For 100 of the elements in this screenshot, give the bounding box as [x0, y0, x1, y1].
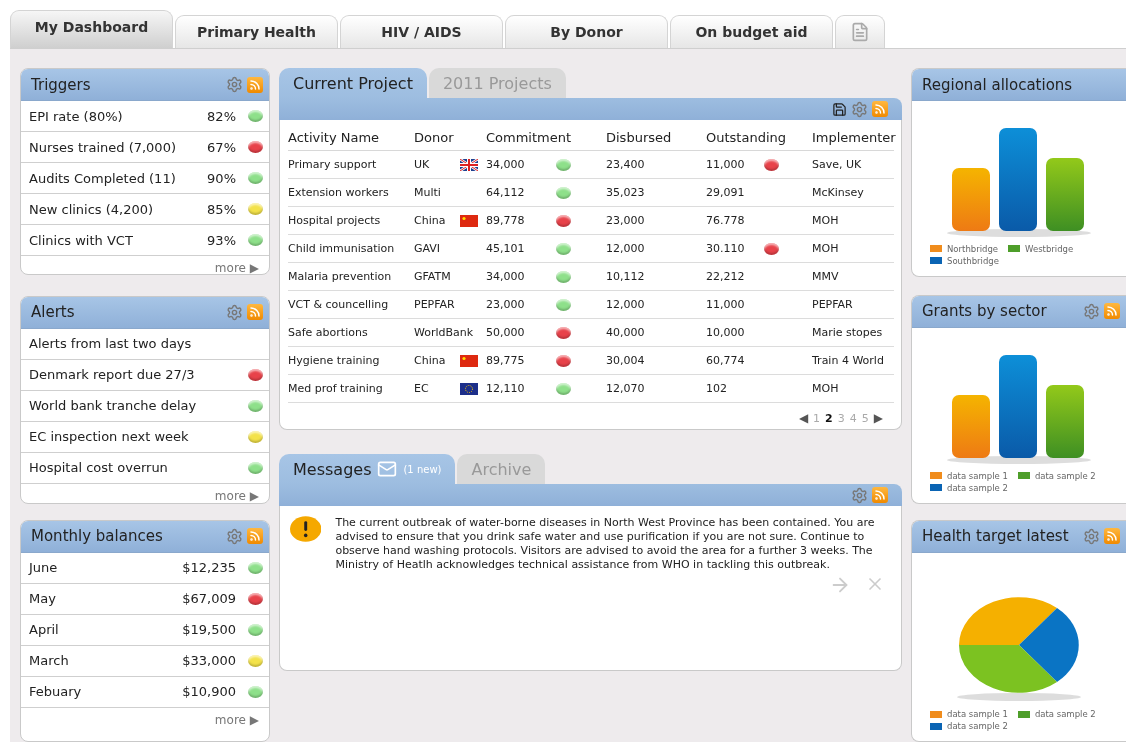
widget-title: Health target latest — [922, 527, 1070, 546]
table-cell: Marie stopes — [812, 318, 894, 347]
list-row[interactable]: Clinics with VCT 93% — [21, 225, 269, 256]
list-row[interactable]: New clinics (4,200) 85% — [21, 194, 269, 225]
rss-icon[interactable] — [1104, 303, 1120, 320]
list-row[interactable]: Alerts from last two days — [21, 328, 269, 360]
settings-icon[interactable] — [226, 527, 243, 545]
more-link[interactable]: more ▶ — [214, 712, 259, 728]
table-cell-text: 10,000 — [706, 326, 746, 339]
table-cell: MOH — [812, 374, 894, 403]
rss-icon[interactable] — [872, 487, 888, 503]
list-row[interactable]: EC inspection next week — [21, 421, 269, 453]
nav-tab[interactable]: Primary Health — [175, 15, 338, 48]
notes-tab[interactable] — [835, 15, 885, 48]
list-row[interactable]: April $19,500 — [21, 614, 269, 646]
legend-label: data sample 2 — [947, 721, 1008, 731]
table-cell: Hospital projects — [288, 206, 414, 235]
settings-icon[interactable] — [1083, 527, 1100, 545]
new-count: (1 new) — [403, 463, 442, 475]
table-cell: Safe abortions — [288, 318, 414, 347]
row-value: $33,000 — [182, 653, 236, 669]
row-label: EPI rate (80%) — [29, 108, 124, 124]
table-cell: 12,070 — [606, 374, 706, 403]
column-header: Donor — [414, 124, 486, 151]
nav-tab[interactable]: My Dashboard — [10, 10, 173, 48]
table-cell: 12,000 — [606, 234, 706, 263]
rss-icon[interactable] — [247, 304, 263, 321]
settings-icon[interactable] — [226, 76, 243, 93]
table-cell: McKinsey — [812, 178, 894, 207]
rss-icon[interactable] — [1104, 528, 1120, 545]
legend-label: data sample 1 — [947, 709, 1008, 719]
table-cell-text: China — [414, 214, 447, 227]
row-label: EC inspection next week — [29, 429, 190, 445]
row-value: $12,235 — [182, 560, 236, 576]
row-value: 85% — [207, 201, 236, 217]
list-row[interactable]: May $67,009 — [21, 583, 269, 615]
table-cell: Child immunisation — [288, 234, 414, 263]
legend-label: Southbridge — [947, 255, 999, 266]
table-cell: PEPFAR — [414, 298, 455, 311]
document-icon — [850, 22, 870, 42]
list-row[interactable]: Hospital cost overrun — [21, 452, 269, 484]
list-row[interactable]: EPI rate (80%) 82% — [21, 101, 269, 132]
row-label: Febuary — [29, 684, 83, 700]
row-label: Clinics with VCT — [29, 232, 134, 248]
row-label: Alerts from last two days — [29, 336, 193, 352]
row-value: 82% — [207, 108, 236, 124]
list-row[interactable]: June $12,235 — [21, 552, 269, 584]
column-header: Implementer — [812, 124, 894, 151]
table-cell-text: 60,774 — [706, 354, 746, 367]
nav-tab[interactable]: By Donor — [505, 15, 668, 48]
table-cell: 35,023 — [606, 178, 706, 207]
row-label: Denmark report due 27/3 — [29, 367, 196, 383]
list-row[interactable]: Febuary $10,900 — [21, 676, 269, 708]
save-icon[interactable] — [832, 101, 847, 117]
mail-icon — [377, 459, 398, 479]
row-value: 67% — [207, 139, 236, 155]
list-row[interactable]: Nurses trained (7,000) 67% — [21, 132, 269, 163]
panel-tab[interactable]: Messages (1 new) — [279, 454, 456, 484]
table-cell: MOH — [812, 234, 894, 263]
table-cell-text: 102 — [706, 382, 728, 395]
widget-title: Grants by sector — [922, 302, 1048, 321]
widget-title: Alerts — [31, 303, 76, 322]
list-row[interactable]: World bank tranche delay — [21, 390, 269, 422]
table-cell: Med prof training — [288, 374, 414, 403]
row-label: Hospital cost overrun — [29, 460, 169, 476]
panel-tab[interactable]: Current Project — [279, 68, 427, 98]
table-cell-text: UK — [414, 158, 431, 171]
rss-icon[interactable] — [247, 76, 263, 93]
widget-title: Monthly balances — [31, 527, 164, 546]
table-cell-text: GFATM — [414, 270, 452, 283]
table-cell: MMV — [812, 262, 894, 291]
more-link[interactable]: more ▶ — [214, 488, 259, 503]
table-cell: Hygiene training — [288, 346, 414, 375]
list-row[interactable]: March $33,000 — [21, 645, 269, 677]
table-cell-text: 45,101 — [486, 242, 526, 255]
previous-page[interactable]: ◀ — [798, 411, 809, 425]
row-value: $67,009 — [182, 591, 236, 607]
table-cell: Extension workers — [288, 178, 414, 207]
settings-icon[interactable] — [851, 486, 868, 504]
table-cell-text: 23,000 — [486, 298, 526, 311]
row-label: Nurses trained (7,000) — [29, 139, 177, 155]
row-label: Audits Completed (11) — [29, 170, 177, 186]
list-row[interactable]: Denmark report due 27/3 — [21, 359, 269, 391]
table-cell: 10,112 — [606, 262, 706, 291]
row-value: $10,900 — [182, 684, 236, 700]
list-row[interactable]: Audits Completed (11) 90% — [21, 163, 269, 194]
more-link[interactable]: more ▶ — [214, 261, 259, 274]
nav-tab[interactable]: HIV / AIDS — [340, 15, 503, 48]
settings-icon[interactable] — [1083, 302, 1100, 320]
table-cell: 30,004 — [606, 346, 706, 375]
next-page[interactable]: ▶ — [873, 411, 883, 425]
rss-icon[interactable] — [872, 101, 888, 117]
settings-icon[interactable] — [226, 303, 243, 321]
flag-icon — [460, 158, 478, 171]
widget-title: Regional allocations — [922, 75, 1074, 94]
table-cell-text: 22,212 — [706, 270, 746, 283]
table-cell-text: 76.778 — [706, 214, 746, 227]
rss-icon[interactable] — [247, 528, 263, 545]
page-link[interactable]: 2 — [825, 411, 833, 425]
nav-tab[interactable]: On budget aid — [670, 15, 833, 48]
